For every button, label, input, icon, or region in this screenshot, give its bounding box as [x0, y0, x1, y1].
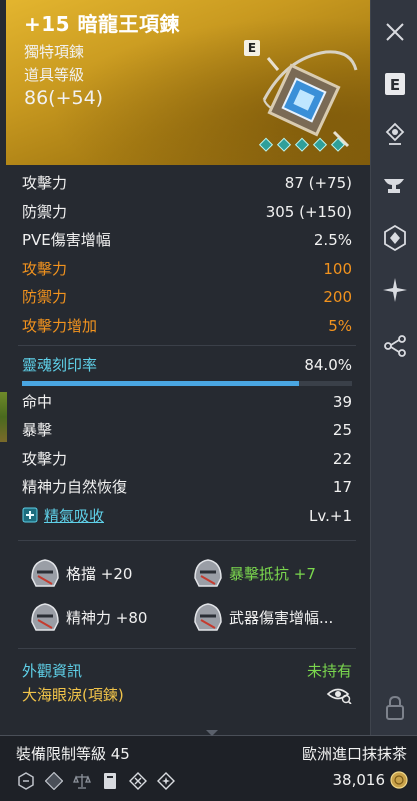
skill-level: Lv.+1 [309, 507, 352, 525]
stat-value: 2.5% [313, 231, 352, 249]
owner-name: 歐洲進口抹抹茶 [301, 745, 407, 763]
transcend-button[interactable] [371, 268, 417, 312]
lock-button[interactable] [371, 686, 417, 730]
price-value: 38,016 [332, 771, 386, 789]
appearance-name-row: 大海眼淚(項鍊) [22, 683, 352, 707]
anvil-button[interactable] [371, 164, 417, 208]
stat-value: 305 (+150) [265, 203, 352, 221]
substat-row: 暴擊 25 [22, 418, 352, 442]
divider [18, 345, 356, 346]
anvil-icon [383, 179, 404, 193]
scale-icon [72, 771, 92, 791]
caret-down-icon [206, 730, 218, 736]
spark-icon [382, 278, 407, 302]
item-level-label: 道具等級 [24, 66, 85, 84]
stat-label: PVE傷害增幅 [22, 231, 111, 249]
divider [18, 648, 356, 649]
item-title: +15 暗龍王項鍊 [24, 12, 181, 36]
item-header: +15 暗龍王項鍊 獨特項鍊 道具等級 86(+54) E [6, 0, 370, 165]
stat-value: 5% [328, 317, 352, 335]
svg-text:E: E [389, 76, 399, 94]
soul-engrave-value: 84.0% [304, 356, 352, 374]
soul-progress-fill [22, 381, 300, 386]
diamond-star-icon [156, 771, 176, 791]
diamond-cross-icon [128, 771, 148, 791]
background-window-edge [0, 392, 7, 442]
stat-value: 100 [323, 260, 352, 278]
share-button[interactable] [371, 324, 417, 368]
close-icon [385, 23, 404, 41]
appearance-status: 未持有 [306, 662, 352, 680]
appearance-row: 外觀資訊 未持有 [22, 659, 352, 683]
appearance-name: 大海眼淚(項鍊) [22, 686, 124, 704]
effect-label: 精神力 +80 [66, 609, 148, 627]
appearance-label: 外觀資訊 [22, 662, 83, 680]
substat-row: 攻擊力 22 [22, 447, 352, 471]
share-icon [383, 335, 406, 357]
skill-link[interactable]: 精氣吸收 [44, 504, 104, 528]
lock-icon [385, 695, 404, 720]
emblem-button[interactable] [371, 216, 417, 260]
close-button[interactable] [371, 10, 417, 54]
stat-value: 87 (+75) [284, 174, 352, 192]
helmet-icon [31, 559, 59, 587]
stat-row: 攻擊力 87 (+75) [22, 171, 352, 195]
helmet-icon [31, 603, 59, 631]
emblem-icon [383, 225, 406, 251]
preview-icon[interactable] [326, 683, 352, 707]
trade-restriction-icons [16, 771, 176, 791]
stat-row: PVE傷害增幅 2.5% [22, 228, 352, 252]
stat-label: 暴擊 [22, 421, 53, 439]
helmet-icon [194, 559, 222, 587]
stat-label: 精神力自然恢復 [22, 478, 128, 496]
stat-value: 39 [332, 393, 352, 411]
bonus-stat-row: 攻擊力 100 [22, 257, 352, 281]
stat-value: 17 [332, 478, 352, 496]
effect-label: 武器傷害增幅... [229, 609, 334, 627]
bonus-stat-row: 攻擊力增加 5% [22, 314, 352, 338]
stat-label: 命中 [22, 393, 53, 411]
stat-value: 22 [332, 450, 352, 468]
stat-label: 防禦力 [22, 288, 68, 306]
encyclopedia-button[interactable]: E [371, 62, 417, 106]
skill-plus-icon [22, 504, 38, 528]
necklace-icon [258, 50, 358, 152]
item-level-value: 86(+54) [24, 87, 104, 109]
bonus-stat-row: 防禦力 200 [22, 285, 352, 309]
substat-row: 命中 39 [22, 390, 352, 414]
stat-label: 攻擊力增加 [22, 317, 98, 335]
substat-row: 精神力自然恢復 17 [22, 475, 352, 499]
helmet-icon [194, 603, 222, 631]
stat-label: 攻擊力 [22, 174, 68, 192]
appraise-icon [385, 122, 404, 145]
warehouse-icon [44, 771, 64, 791]
skill-row[interactable]: 精氣吸收 Lv.+1 [22, 504, 352, 528]
equip-limit-text: 裝備限制等級 45 [16, 745, 130, 763]
soul-engrave-label: 靈魂刻印率 [22, 356, 98, 374]
hexagon-icon [16, 771, 36, 791]
stat-row: 防禦力 305 (+150) [22, 200, 352, 224]
encyclopedia-icon: E [384, 73, 405, 95]
effect-label: 暴擊抵抗 +7 [229, 565, 316, 583]
book-icon [100, 771, 120, 791]
tooltip-sidebar: E [370, 0, 417, 801]
stat-label: 防禦力 [22, 203, 68, 221]
divider [18, 540, 356, 541]
soul-engrave-row: 靈魂刻印率 84.0% [22, 353, 352, 377]
item-subtype: 獨特項鍊 [24, 43, 85, 61]
stat-label: 攻擊力 [22, 450, 68, 468]
silver-coin-icon [390, 771, 408, 789]
stat-value: 25 [332, 421, 352, 439]
stat-value: 200 [323, 288, 352, 306]
effect-label: 格擋 +20 [66, 565, 133, 583]
stat-label: 攻擊力 [22, 260, 68, 278]
appraise-button[interactable] [371, 112, 417, 156]
